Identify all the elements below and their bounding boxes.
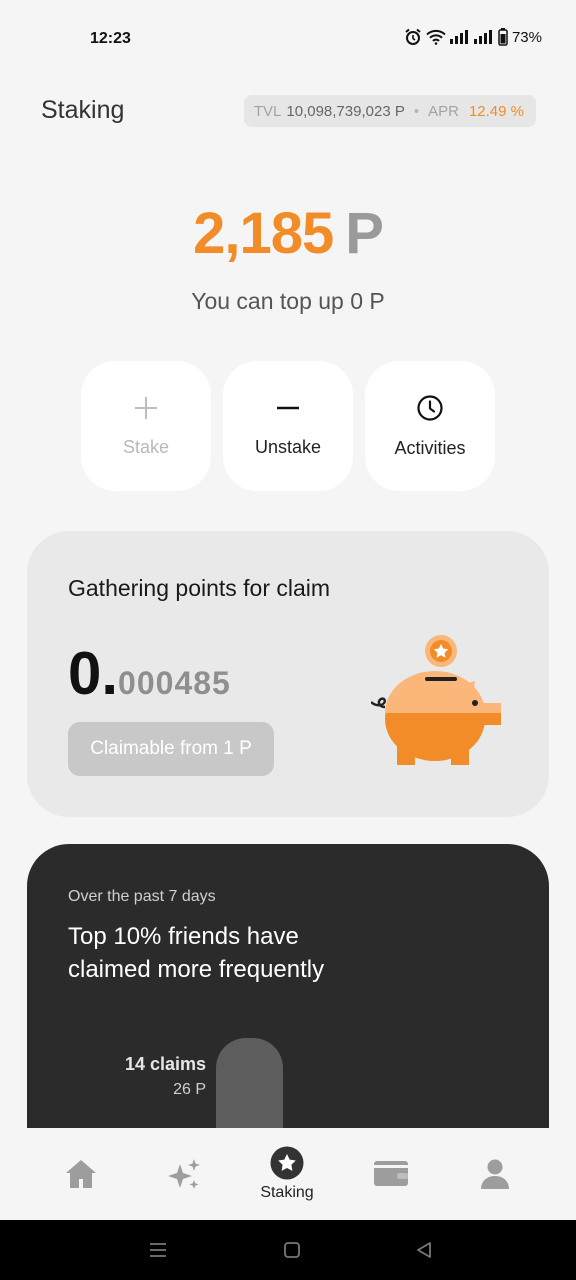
stats-subtitle: Over the past 7 days: [68, 888, 216, 905]
action-buttons: Stake Unstake Activities: [81, 361, 495, 491]
status-bar: 12:23 73%: [0, 0, 576, 78]
nav-home[interactable]: [31, 1128, 131, 1220]
stats-headline: Top 10% friends have claimed more freque…: [68, 920, 324, 986]
clock-icon: [417, 394, 443, 421]
home-button-icon[interactable]: [282, 1240, 302, 1260]
stats-headline-line2: claimed more frequently: [68, 956, 325, 983]
bar-label: 14 claims 26 P: [125, 1054, 206, 1099]
home-icon: [66, 1160, 96, 1188]
claim-button[interactable]: Claimable from 1 P: [68, 722, 274, 776]
page-title: Staking: [41, 96, 125, 124]
stats-headline-line1: Top 10% friends have: [68, 923, 299, 950]
sparkles-icon: [168, 1159, 200, 1189]
pill-separator: •: [413, 102, 420, 120]
battery-icon: [498, 28, 508, 46]
wifi-icon: [426, 29, 446, 45]
piggy-bank-icon: [371, 635, 501, 765]
balance-unit: P: [345, 201, 384, 266]
nav-staking[interactable]: Staking: [237, 1128, 337, 1220]
tvl-value: 10,098,739,023 P: [286, 102, 405, 120]
back-icon[interactable]: [414, 1240, 434, 1260]
tvl-apr-pill: TVL 10,098,739,023 P • APR 12.49 %: [243, 95, 536, 127]
nav-sparkles[interactable]: [134, 1128, 234, 1220]
topup-text: You can top up 0 P: [191, 288, 385, 314]
status-time: 12:23: [90, 30, 131, 47]
nav-wallet[interactable]: [341, 1128, 441, 1220]
plus-icon: [135, 396, 157, 419]
unstake-label: Unstake: [254, 436, 322, 457]
apr-label: APR: [428, 102, 459, 120]
friends-stats-card: Over the past 7 days Top 10% friends hav…: [27, 844, 549, 1144]
signal-icon-2: [473, 30, 492, 44]
minus-icon: [277, 406, 299, 409]
signal-icon: [449, 30, 468, 44]
status-icons: 73%: [404, 28, 542, 46]
unstake-button[interactable]: Unstake: [223, 361, 353, 491]
wallet-icon: [374, 1161, 408, 1186]
system-nav-bar: [0, 1220, 576, 1280]
staked-balance: 2,185 P: [0, 200, 576, 267]
balance-amount: 2,185: [193, 201, 334, 266]
star-circle-icon: [270, 1146, 304, 1180]
bottom-nav: Staking: [0, 1128, 576, 1220]
claim-card: Gathering points for claim 0.000485 Clai…: [27, 531, 549, 817]
recents-icon[interactable]: [148, 1240, 168, 1260]
stake-button[interactable]: Stake: [81, 361, 211, 491]
nav-staking-label: Staking: [260, 1184, 314, 1201]
claim-points-value: 0.000485: [68, 639, 231, 708]
header: Staking TVL 10,098,739,023 P • APR 12.49…: [0, 92, 576, 132]
apr-value: 12.49 %: [468, 102, 524, 120]
activities-button[interactable]: Activities: [365, 361, 495, 491]
stake-label: Stake: [122, 436, 170, 457]
alarm-icon: [405, 28, 421, 45]
claim-title: Gathering points for claim: [68, 575, 331, 601]
nav-profile[interactable]: [445, 1128, 545, 1220]
activities-label: Activities: [394, 437, 466, 458]
battery-percent: 73%: [511, 28, 542, 46]
bar-points: 26 P: [173, 1081, 206, 1098]
claim-value-dec: 000485: [118, 665, 231, 701]
claim-value-int: 0.: [68, 640, 119, 707]
tvl-label: TVL: [253, 102, 282, 120]
bar-claims: 14 claims: [124, 1054, 206, 1074]
person-icon: [481, 1159, 509, 1189]
